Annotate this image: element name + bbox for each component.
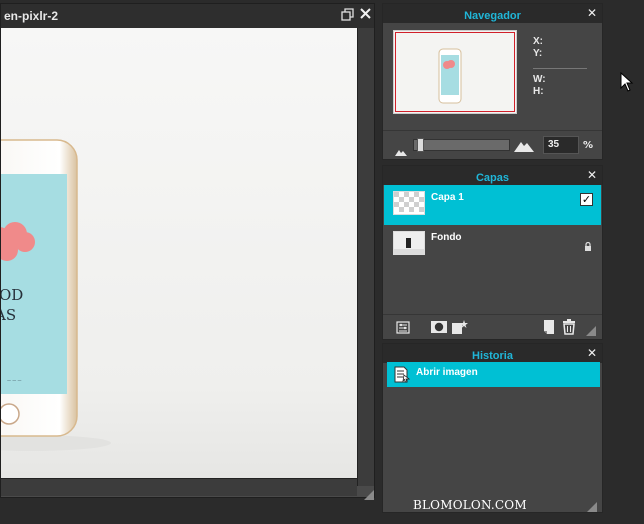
layers-toolbar (383, 314, 602, 338)
layer-row-capa-1[interactable]: Capa 1 ✓ (384, 185, 601, 225)
layer-name[interactable]: Fondo (431, 232, 462, 243)
h-label: H: (533, 86, 544, 97)
watermark-text: BLOMOLON.COM (413, 498, 527, 512)
image-window: en-pixlr-2 OD S — — — (0, 3, 375, 500)
navigator-header[interactable]: Navegador ✕ (383, 4, 602, 23)
vertical-scrollbar[interactable] (357, 28, 374, 486)
history-panel: Historia ✕ Abrir imagen BLOMOLON.COM (382, 343, 603, 513)
history-title: Historia (472, 350, 513, 362)
zoom-slider[interactable] (413, 138, 510, 152)
svg-text:AS: AS (1, 306, 16, 324)
w-label: W: (533, 74, 546, 85)
navigator-panel: Navegador ✕ X: Y: W: H: 35 % (382, 3, 603, 160)
layer-thumbnail (393, 191, 425, 215)
y-label: Y: (533, 48, 543, 59)
resize-grip-icon[interactable] (364, 485, 374, 500)
layer-settings-icon[interactable] (395, 319, 411, 335)
close-window-icon[interactable] (360, 8, 371, 23)
history-item-label: Abrir imagen (416, 367, 478, 378)
image-canvas[interactable]: OD AS — — — (1, 28, 357, 478)
layer-visibility-checkbox[interactable]: ✓ (580, 193, 593, 206)
horizontal-scrollbar[interactable] (1, 478, 357, 496)
navigator-title: Navegador (464, 10, 521, 22)
history-item-abrir-imagen[interactable]: Abrir imagen (387, 362, 600, 387)
navigator-preview[interactable] (393, 30, 517, 114)
layer-mask-icon[interactable] (430, 319, 447, 335)
history-close-icon[interactable]: ✕ (587, 346, 597, 360)
layers-header[interactable]: Capas ✕ (383, 166, 602, 185)
layer-row-fondo[interactable]: Fondo (384, 225, 601, 265)
layers-title: Capas (475, 172, 510, 184)
delete-layer-icon[interactable] (562, 319, 578, 335)
pixlr-editor: en-pixlr-2 OD S — — — Navegador ✕ X: Y: … (0, 0, 644, 524)
restore-icon[interactable] (341, 8, 354, 25)
x-label: X: (533, 36, 543, 47)
layers-panel: Capas ✕ Capa 1 ✓ Fondo (382, 165, 603, 340)
zoom-unit: % (583, 140, 594, 151)
coords-divider (533, 68, 587, 69)
layers-resize-grip-icon[interactable] (586, 321, 602, 337)
image-window-titlebar[interactable]: en-pixlr-2 (1, 4, 374, 28)
zoom-input[interactable]: 35 (543, 136, 579, 154)
lock-icon (584, 236, 592, 251)
image-window-title: en-pixlr-2 (4, 9, 59, 23)
navigator-close-icon[interactable]: ✕ (587, 6, 597, 20)
new-layer-icon[interactable] (542, 319, 558, 335)
history-document-icon (394, 366, 411, 383)
layer-name[interactable]: Capa 1 (431, 192, 464, 203)
layer-styles-icon[interactable] (451, 319, 468, 335)
layers-close-icon[interactable]: ✕ (587, 168, 597, 182)
history-header[interactable]: Historia ✕ (383, 344, 602, 363)
svg-text:— — —: — — — (7, 378, 22, 383)
zoom-slider-thumb[interactable] (417, 138, 424, 152)
history-resize-grip-icon[interactable] (587, 497, 597, 512)
mouse-cursor-icon (620, 71, 634, 92)
svg-text:OD: OD (1, 286, 23, 304)
zoom-in-mountain-icon[interactable] (514, 137, 534, 156)
layer-thumbnail (393, 231, 425, 255)
navigator-view-rect[interactable] (395, 32, 515, 112)
zoom-row: 35 % (383, 130, 602, 156)
zoom-out-mountain-icon[interactable] (395, 141, 407, 160)
phone-photo: OD AS — — — (1, 28, 357, 478)
